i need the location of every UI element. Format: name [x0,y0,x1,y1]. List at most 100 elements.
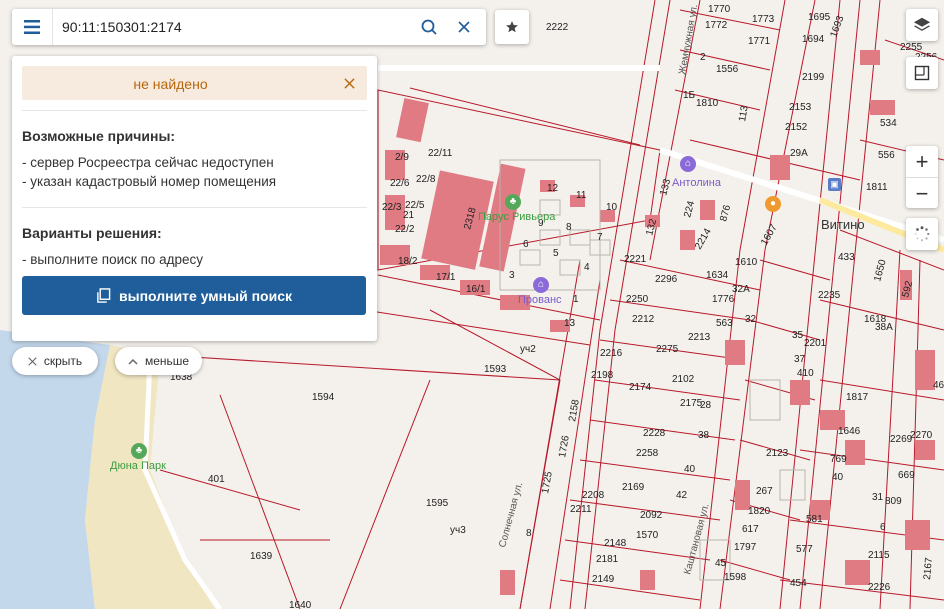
not-found-alert: не найдено [22,66,367,100]
svg-text:22/11: 22/11 [428,148,453,159]
svg-text:2211: 2211 [570,504,592,515]
search-button[interactable] [417,15,441,39]
layers-button[interactable] [906,9,938,41]
svg-text:2216: 2216 [600,348,623,359]
svg-text:2235: 2235 [818,290,841,301]
svg-text:22/3: 22/3 [382,202,402,213]
svg-text:1610: 1610 [735,257,758,268]
solutions-title: Варианты решения: [22,225,162,241]
search-bar [12,9,486,45]
svg-text:2250: 2250 [626,294,649,305]
svg-text:113: 113 [737,104,751,122]
zoom-out-button[interactable]: − [906,178,938,209]
svg-text:534: 534 [880,118,897,129]
chevron-up-icon [128,358,138,365]
svg-text:401: 401 [208,474,225,485]
svg-text:16/1: 16/1 [466,284,486,295]
svg-text:10: 10 [606,202,618,213]
svg-text:556: 556 [878,150,895,161]
poi-antolina[interactable]: Антолина [672,178,721,189]
svg-text:1593: 1593 [484,364,507,375]
svg-text:2270: 2270 [910,430,933,441]
svg-text:1770: 1770 [708,4,731,15]
svg-text:1725: 1725 [540,470,555,494]
svg-text:2212: 2212 [632,314,655,325]
ruler-icon [914,65,930,81]
svg-text:1556: 1556 [716,64,739,75]
svg-text:1810: 1810 [696,98,719,109]
svg-text:1695: 1695 [808,12,831,23]
hide-button[interactable]: скрыть [12,347,98,375]
svg-text:3: 3 [509,270,515,281]
svg-text:2169: 2169 [622,482,645,493]
zoom-in-button[interactable]: + [906,146,938,178]
svg-text:1773: 1773 [752,14,775,25]
svg-text:617: 617 [742,524,759,535]
svg-text:2152: 2152 [785,122,808,133]
alert-close-button[interactable] [339,73,359,93]
poi-dune-park[interactable]: Дюна Парк [110,461,166,472]
copy-icon [97,288,111,303]
svg-text:224: 224 [682,199,697,218]
svg-text:Солнечная ул.: Солнечная ул. [497,481,525,549]
svg-text:2115: 2115 [868,550,890,561]
alert-text: не найдено [133,76,208,92]
svg-text:40: 40 [684,464,696,475]
bus-stop-icon: ▣ [828,178,841,191]
svg-text:11: 11 [576,190,587,201]
svg-text:1797: 1797 [734,542,757,553]
park-icon: ♣ [131,443,147,459]
svg-text:38: 38 [698,430,710,441]
measure-button[interactable] [906,57,938,89]
svg-text:1811: 1811 [866,182,888,193]
svg-text:454: 454 [790,578,807,589]
svg-text:1771: 1771 [748,36,771,47]
poi-vitino[interactable]: Витино [821,218,865,231]
svg-text:581: 581 [806,514,823,525]
svg-text:1693: 1693 [828,14,846,39]
svg-text:4: 4 [584,262,590,273]
clear-button[interactable] [452,15,476,39]
svg-text:1646: 1646 [838,426,861,437]
search-result-panel: не найдено Возможные причины: - сервер Р… [12,56,377,341]
svg-text:2199: 2199 [802,72,825,83]
svg-text:18/2: 18/2 [398,256,418,267]
search-input[interactable] [62,17,362,37]
svg-text:2228: 2228 [643,428,666,439]
close-icon [28,356,37,366]
close-icon [343,77,355,89]
divider [22,207,367,208]
reasons-title: Возможные причины: [22,128,176,144]
svg-text:2181: 2181 [596,554,619,565]
loading-button[interactable] [906,218,938,250]
menu-button[interactable] [12,9,53,45]
svg-text:577: 577 [796,544,813,555]
spinner-icon [914,226,930,242]
poi-provans[interactable]: Прованс [518,295,562,306]
svg-text:22/8: 22/8 [416,174,436,185]
svg-text:21: 21 [403,210,415,221]
svg-text:17/1: 17/1 [436,272,456,283]
smart-search-button[interactable]: выполните умный поиск [22,276,366,315]
svg-text:1595: 1595 [426,498,449,509]
svg-text:1Б: 1Б [683,90,696,101]
svg-text:809: 809 [885,496,902,507]
svg-text:267: 267 [756,486,773,497]
svg-text:5: 5 [553,248,559,259]
less-button[interactable]: меньше [115,347,202,375]
svg-text:2258: 2258 [636,448,659,459]
svg-text:уч3: уч3 [450,525,466,536]
svg-text:40: 40 [832,472,844,483]
svg-text:22/6: 22/6 [390,178,410,189]
svg-text:2275: 2275 [656,344,679,355]
poi-riviera[interactable]: Парус Ривьера [478,212,555,223]
favorites-button[interactable] [495,10,529,44]
svg-text:12: 12 [547,183,559,194]
svg-text:2: 2 [700,52,706,63]
svg-text:2198: 2198 [591,370,614,381]
svg-text:1776: 1776 [712,294,735,305]
reason-item: - указан кадастровый номер помещения [22,174,277,189]
park-icon: ♣ [505,194,521,210]
svg-text:769: 769 [830,454,847,465]
svg-text:1: 1 [573,294,579,305]
